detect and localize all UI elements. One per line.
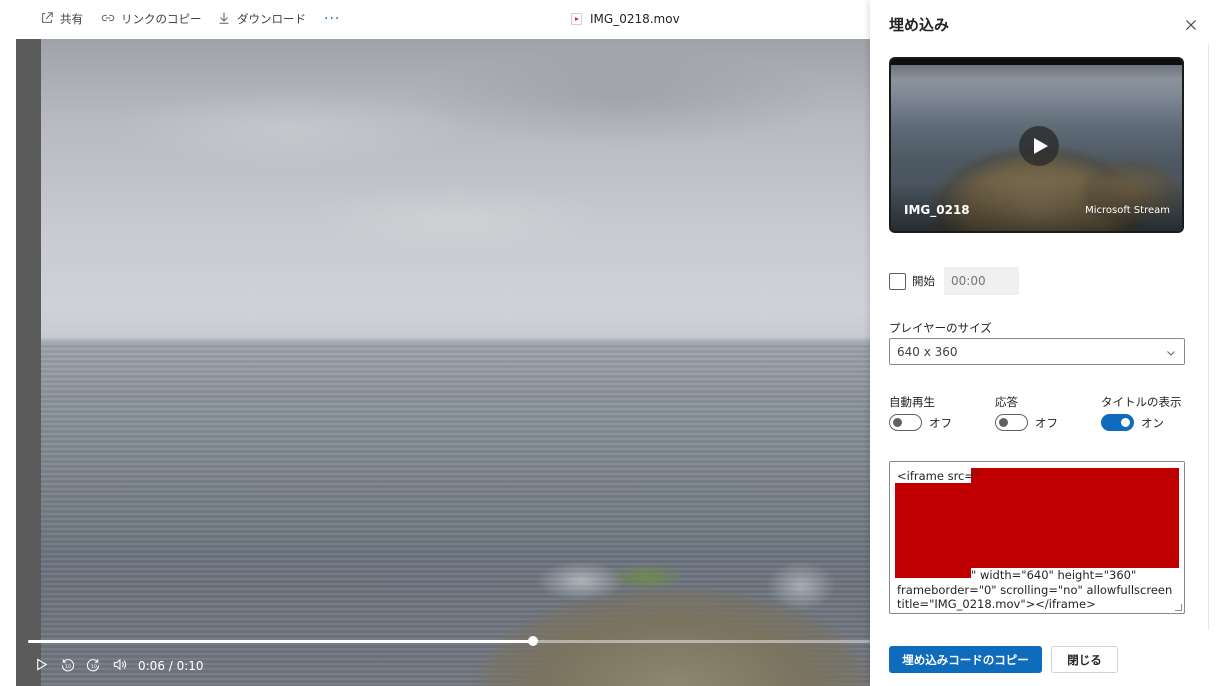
- start-time-row: 開始: [889, 267, 1019, 295]
- forward-10-icon: 10: [86, 657, 101, 675]
- show-title-label: タイトルの表示: [1101, 395, 1182, 409]
- video-file-icon: [571, 13, 582, 25]
- autoplay-label: 自動再生: [889, 395, 935, 409]
- top-toolbar: 共有 リンクのコピー ダウンロード ··· IMG_0218.mov: [0, 0, 870, 38]
- file-title-text: IMG_0218.mov: [590, 12, 680, 26]
- download-button[interactable]: ダウンロード: [217, 0, 306, 38]
- panel-title: 埋め込み: [889, 16, 950, 34]
- embed-code-line-2: frameborder="0" scrolling="no" allowfull…: [897, 582, 1173, 597]
- video-frame: [41, 39, 870, 686]
- responsive-label: 応答: [995, 395, 1018, 409]
- start-time-input[interactable]: [944, 267, 1019, 295]
- download-label: ダウンロード: [237, 12, 306, 26]
- more-icon: ···: [324, 11, 341, 27]
- preview-video-name: IMG_0218: [904, 203, 970, 217]
- embed-code-rest: " width="640" height="360" frameborder="…: [897, 568, 1181, 612]
- autoplay-toggle-group: 自動再生 オフ: [889, 394, 952, 431]
- time-display: 0:06 / 0:10: [138, 659, 204, 673]
- file-title: IMG_0218.mov: [571, 0, 680, 38]
- link-icon: [101, 11, 115, 28]
- player-size-select[interactable]: 640 x 360: [889, 338, 1185, 365]
- chevron-down-icon: [1166, 347, 1176, 357]
- copy-link-label: リンクのコピー: [121, 12, 202, 26]
- embed-code-textarea[interactable]: <iframe src=" " width="640" height="360"…: [889, 461, 1185, 614]
- player-size-value: 640 x 360: [897, 344, 958, 359]
- close-panel-button[interactable]: [1183, 17, 1199, 33]
- responsive-state: オフ: [1035, 415, 1058, 430]
- share-icon: [40, 11, 54, 28]
- rewind-10-icon: 10: [60, 657, 75, 675]
- copy-embed-code-button[interactable]: 埋め込みコードのコピー: [889, 646, 1042, 673]
- video-player[interactable]: 10 10 0:06 / 0:10: [16, 39, 870, 686]
- share-label: 共有: [60, 12, 83, 26]
- download-icon: [217, 11, 231, 28]
- embed-code-line-1: " width="640" height="360": [971, 568, 1137, 582]
- responsive-toggle[interactable]: [995, 414, 1028, 431]
- play-icon: [34, 657, 49, 675]
- autoplay-state: オフ: [929, 415, 952, 430]
- volume-icon: [112, 657, 127, 675]
- seek-bar-progress: [28, 640, 534, 643]
- resize-grip-icon[interactable]: [1175, 604, 1182, 611]
- close-icon: [1183, 18, 1199, 37]
- share-button[interactable]: 共有: [40, 0, 83, 38]
- play-button[interactable]: [28, 654, 54, 678]
- embed-code-line-3: title="IMG_0218.mov"></iframe>: [897, 597, 1096, 611]
- video-letterbox: [16, 39, 41, 686]
- svg-text:10: 10: [90, 664, 96, 670]
- responsive-toggle-group: 応答 オフ: [995, 394, 1058, 431]
- preview-play-icon[interactable]: [1019, 126, 1059, 166]
- start-time-checkbox[interactable]: [889, 272, 906, 290]
- start-time-label: 開始: [912, 274, 935, 288]
- copy-link-button[interactable]: リンクのコピー: [101, 0, 202, 38]
- embed-panel: 埋め込み IMG_0218 Microsoft Stream 開始 プレイヤーの…: [870, 0, 1210, 686]
- player-size-label: プレイヤーのサイズ: [889, 321, 992, 335]
- player-controls: 10 10 0:06 / 0:10: [28, 654, 204, 678]
- svg-text:10: 10: [64, 664, 70, 670]
- show-title-toggle-group: タイトルの表示 オン: [1101, 394, 1182, 431]
- forward-10-button[interactable]: 10: [80, 654, 106, 678]
- more-options-button[interactable]: ···: [324, 0, 340, 38]
- show-title-toggle[interactable]: [1101, 414, 1134, 431]
- app-window: 共有 リンクのコピー ダウンロード ··· IMG_0218.mov 10 10…: [0, 0, 1224, 686]
- volume-button[interactable]: [106, 654, 132, 678]
- autoplay-toggle[interactable]: [889, 414, 922, 431]
- rewind-10-button[interactable]: 10: [54, 654, 80, 678]
- preview-brand: Microsoft Stream: [1085, 205, 1170, 216]
- embed-preview[interactable]: IMG_0218 Microsoft Stream: [889, 57, 1184, 233]
- panel-scrollbar[interactable]: [1208, 44, 1209, 630]
- close-button[interactable]: 閉じる: [1051, 646, 1118, 673]
- seek-bar[interactable]: [28, 636, 870, 646]
- embed-code-prefix: <iframe src=": [897, 469, 980, 483]
- show-title-state: オン: [1141, 415, 1164, 430]
